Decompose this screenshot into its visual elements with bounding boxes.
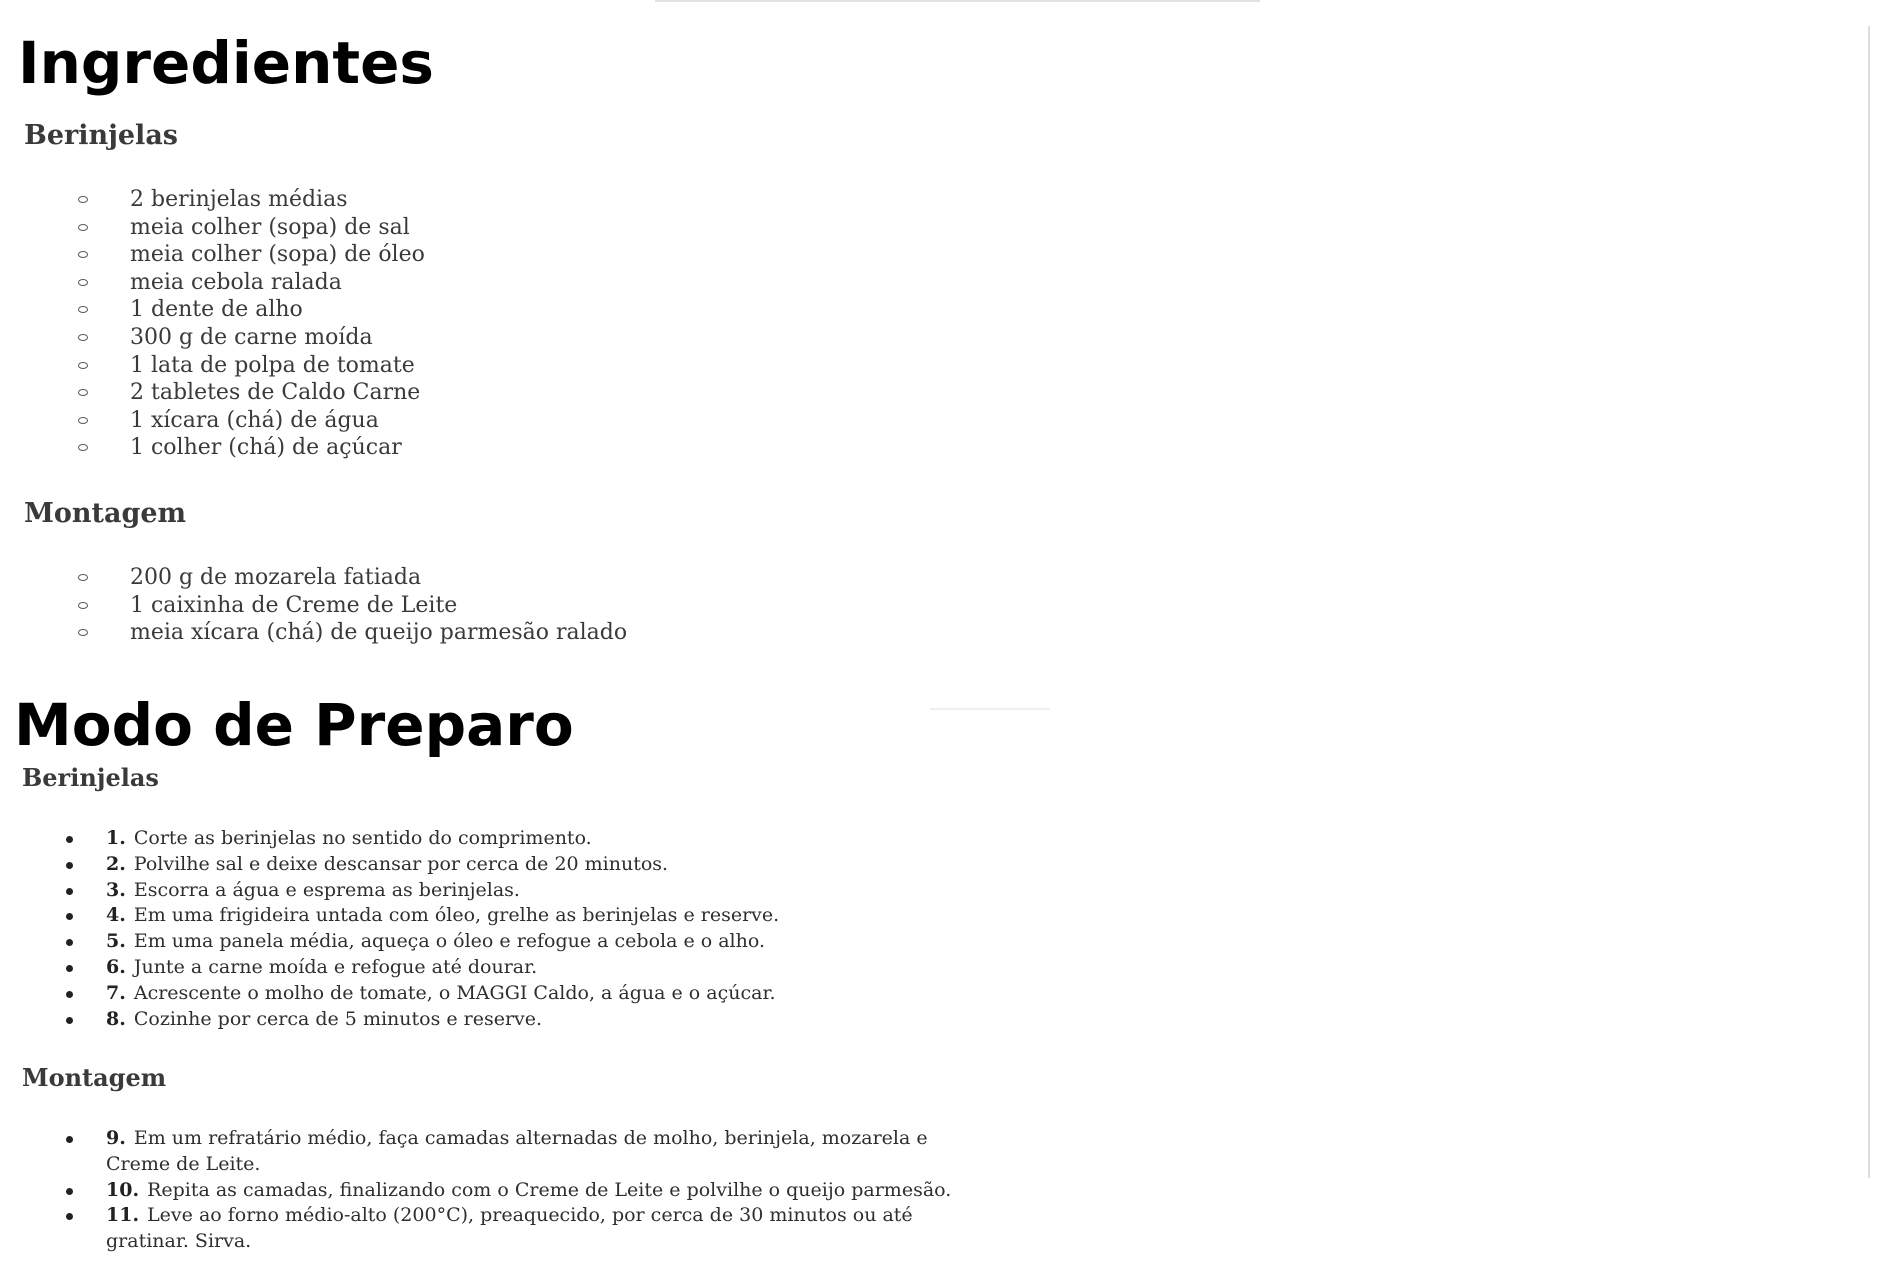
circle-bullet-icon (78, 601, 88, 609)
circle-bullet-icon (78, 306, 88, 314)
step-number: 2. (106, 852, 126, 875)
step-number: 6. (106, 955, 126, 978)
circle-bullet-icon (78, 416, 88, 424)
disc-bullet-icon (66, 1213, 73, 1221)
step-text: Polvilhe sal e deixe descansar por cerca… (133, 852, 669, 875)
step-text: Em uma panela média, aqueça o óleo e ref… (133, 930, 766, 953)
step-number: 7. (106, 981, 126, 1004)
ingredients-eggplant-heading: Berinjelas (24, 120, 179, 151)
step-number: 11. (106, 1204, 140, 1227)
circle-bullet-icon (78, 444, 88, 452)
step-number: 3. (106, 878, 126, 901)
step-text: Corte as berinjelas no sentido do compri… (133, 827, 592, 849)
circle-bullet-icon (78, 333, 88, 341)
step-text: Em um refratário médio, faça camadas alt… (133, 1127, 928, 1149)
disc-bullet-icon (66, 1016, 73, 1024)
step-text-continued: Creme de Leite. (106, 1152, 261, 1175)
step-number: 4. (106, 904, 126, 927)
disc-bullet-icon (66, 887, 73, 895)
circle-bullet-icon (78, 389, 88, 397)
preparation-eggplant-heading: Berinjelas (22, 763, 159, 792)
circle-bullet-icon (78, 629, 88, 637)
preparation-assembly-heading: Montagem (22, 1063, 167, 1092)
circle-bullet-icon (78, 196, 88, 203)
step-number: 10. (106, 1178, 140, 1201)
circle-bullet-icon (78, 223, 88, 231)
ingredients-assembly-heading: Montagem (24, 498, 187, 529)
disc-bullet-icon (66, 1136, 73, 1143)
step-text-continued: gratinar. Sirva. (106, 1230, 252, 1253)
step-text: Leve ao forno médio-alto (200°C), preaqu… (147, 1204, 913, 1227)
recipe-page: Ingredientes Berinjelas 2 berinjelas méd… (0, 0, 1894, 1280)
step-text: Em uma frigideira untada com óleo, grelh… (133, 904, 780, 927)
step-number: 1. (106, 827, 126, 849)
step-text: Repita as camadas, finalizando com o Cre… (147, 1178, 952, 1201)
scan-artifact (930, 708, 1050, 710)
disc-bullet-icon (66, 861, 73, 869)
step-text: Junte a carne moída e refogue até dourar… (133, 955, 538, 978)
preparation-title: Modo de Preparo (14, 691, 574, 759)
circle-bullet-icon (78, 278, 88, 286)
circle-bullet-icon (78, 574, 88, 581)
disc-bullet-icon (66, 990, 73, 998)
step-number: 8. (106, 1007, 126, 1030)
disc-bullet-icon (66, 964, 73, 972)
circle-bullet-icon (78, 361, 88, 369)
right-margin-rule (1868, 26, 1870, 1178)
disc-bullet-icon (66, 1187, 73, 1195)
step-text: Acrescente o molho de tomate, o MAGGI Ca… (133, 981, 776, 1004)
disc-bullet-icon (66, 913, 73, 921)
circle-bullet-icon (78, 251, 88, 259)
top-divider (655, 0, 1260, 2)
disc-bullet-icon (66, 939, 73, 947)
step-text: Escorra a água e esprema as berinjelas. (133, 878, 520, 901)
disc-bullet-icon (66, 836, 73, 843)
step-text: Cozinhe por cerca de 5 minutos e reserve… (133, 1007, 543, 1030)
step-number: 5. (106, 930, 126, 953)
ingredients-title: Ingredientes (18, 29, 434, 97)
step-number: 9. (106, 1127, 126, 1149)
